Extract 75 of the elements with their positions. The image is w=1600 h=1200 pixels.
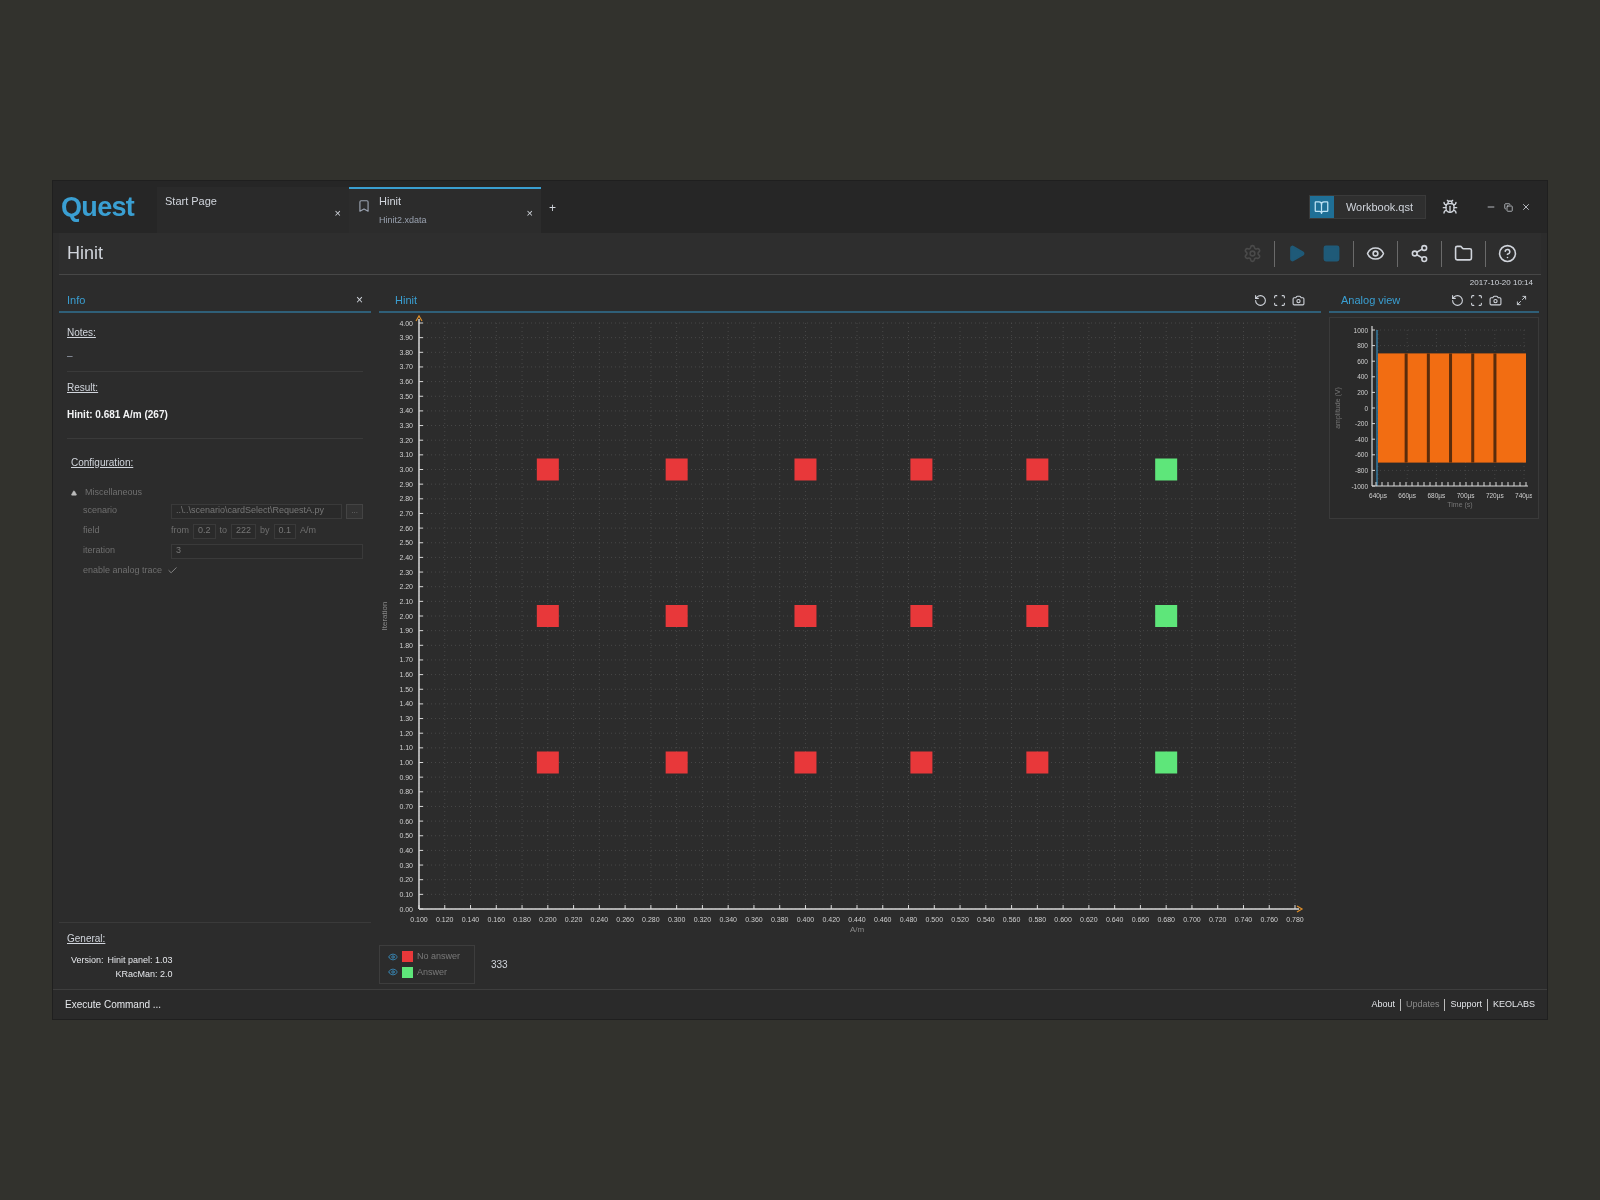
fit-icon[interactable] <box>1273 293 1286 307</box>
version-text: Hinit panel: 1.03 <box>107 954 173 967</box>
close-icon[interactable] <box>1521 202 1531 212</box>
restore-icon[interactable] <box>1504 202 1513 212</box>
close-panel-button[interactable]: × <box>356 291 363 309</box>
notes-text: – <box>67 348 363 372</box>
data-point <box>794 751 817 774</box>
section-heading: Configuration: <box>71 456 135 470</box>
footer-link[interactable]: KEOLABS <box>1492 997 1535 1012</box>
section-heading: Result: <box>67 381 100 395</box>
point-count: 333 <box>491 958 508 972</box>
camera-icon[interactable] <box>1292 293 1305 307</box>
data-point <box>910 605 933 627</box>
info-tab[interactable]: Info <box>67 291 86 309</box>
document-tab[interactable]: Start Page × <box>157 187 349 233</box>
eye-icon[interactable] <box>1366 244 1385 263</box>
document-tab[interactable]: Hinit Hinit2.xdata × <box>349 187 541 233</box>
setting-label: field <box>83 524 101 538</box>
tab-title: Hinit <box>379 194 402 209</box>
fit-icon[interactable] <box>1470 293 1483 307</box>
tab-title: Start Page <box>165 194 217 209</box>
data-point <box>1155 751 1178 774</box>
setting-label: iteration <box>83 544 117 558</box>
data-point <box>1026 751 1049 774</box>
data-point <box>536 751 559 774</box>
x-axis-title: A/m <box>849 925 865 934</box>
close-tab-button[interactable]: × <box>334 205 341 222</box>
bookmark-icon <box>357 199 371 213</box>
data-point <box>910 751 933 774</box>
version-text: KRacMan: 2.0 <box>115 967 173 981</box>
data-point <box>665 751 688 774</box>
section-heading: General: <box>67 932 107 946</box>
timestamp: 2017-10-20 10:14 <box>1469 277 1533 289</box>
y-axis-title: Iteration <box>380 601 389 631</box>
data-point <box>1026 605 1049 627</box>
panel-title: Hinit <box>395 292 417 308</box>
data-point <box>1026 458 1049 481</box>
data-point <box>665 605 688 627</box>
book-icon <box>1314 199 1330 215</box>
add-tab-button[interactable]: + <box>549 199 556 213</box>
section-heading: Notes: <box>67 326 97 340</box>
unit-label: A/m <box>300 524 317 538</box>
share-icon[interactable] <box>1410 244 1429 263</box>
setting-label: scenario <box>83 504 119 518</box>
folder-icon[interactable] <box>1454 244 1473 263</box>
tab-subtitle: Hinit2.xdata <box>379 213 427 227</box>
panel-title: Analog view <box>1341 292 1401 308</box>
data-point <box>665 458 688 481</box>
workbook-button[interactable]: Workbook.qst <box>1308 195 1426 219</box>
to-label: to <box>219 524 228 538</box>
bug-icon[interactable] <box>1442 199 1458 215</box>
result-text: Hinit: 0.681 A/m (267) <box>67 407 363 439</box>
data-point <box>910 458 933 481</box>
data-point <box>1155 458 1178 481</box>
footer-link[interactable]: About <box>1371 997 1395 1012</box>
reset-icon[interactable] <box>1451 293 1464 307</box>
version-label: Version: <box>71 954 104 967</box>
reset-icon[interactable] <box>1254 293 1267 307</box>
expand-icon[interactable] <box>1516 294 1527 306</box>
logo: Quest <box>61 190 135 224</box>
data-point <box>536 605 559 627</box>
close-tab-button[interactable]: × <box>526 205 533 222</box>
data-point <box>794 605 817 627</box>
by-label: by <box>260 524 270 538</box>
legend-label: Answer <box>417 965 447 979</box>
help-icon[interactable] <box>1498 244 1517 263</box>
data-point <box>1155 605 1178 627</box>
data-point <box>536 458 559 481</box>
page-title: Hinit <box>67 242 103 265</box>
camera-icon[interactable] <box>1489 293 1502 307</box>
from-label: from <box>171 524 189 538</box>
execute-command-field[interactable]: Execute Command ... <box>65 997 162 1012</box>
legend-label: No answer <box>417 950 461 963</box>
data-point <box>794 458 817 481</box>
footer-link[interactable]: Support <box>1450 997 1482 1012</box>
